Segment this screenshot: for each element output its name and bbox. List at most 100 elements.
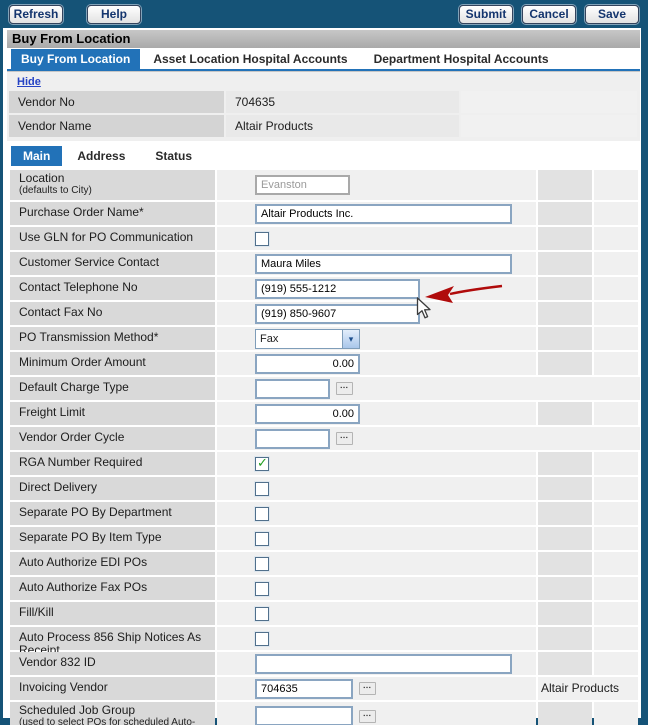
freight-limit-input[interactable] — [255, 404, 360, 424]
filler-light-cell — [594, 352, 638, 375]
form-row-separate-po-by-item-type: Separate PO By Item Type — [10, 527, 640, 550]
form-row-contact-telephone-no: Contact Telephone No — [10, 277, 640, 300]
filler-light-cell — [594, 702, 638, 725]
field-label-minimum-order-amount: Minimum Order Amount — [10, 352, 215, 375]
form-row-default-charge-type: Default Charge Type▪▪▪ — [10, 377, 640, 400]
field-label-text: Invoicing Vendor — [19, 680, 108, 694]
filler-light-cell — [594, 302, 638, 325]
fill-kill-checkbox[interactable] — [255, 607, 269, 621]
filler-gray-cell — [538, 552, 592, 575]
selected-option-text: Fax — [256, 333, 342, 345]
save-button[interactable]: Save — [585, 5, 639, 24]
filler-light-cell — [594, 452, 638, 475]
vendor-order-cycle-lookup-button[interactable]: ▪▪▪ — [336, 432, 353, 445]
direct-delivery-checkbox[interactable] — [255, 482, 269, 496]
customer-service-contact-input[interactable] — [255, 254, 512, 274]
filler-light-cell — [594, 552, 638, 575]
field-value-cell-contact-fax-no — [217, 302, 536, 325]
location-input[interactable] — [255, 175, 350, 195]
rga-number-required-checkbox[interactable]: ✓ — [255, 457, 269, 471]
po-transmission-method-select[interactable]: Fax▾ — [255, 329, 360, 349]
field-label-customer-service-contact: Customer Service Contact — [10, 252, 215, 275]
field-label-contact-telephone-no: Contact Telephone No — [10, 277, 215, 300]
form-row-fill-kill: Fill/Kill — [10, 602, 640, 625]
field-label-purchase-order-name: Purchase Order Name* — [10, 202, 215, 225]
filler-light-cell — [594, 202, 638, 225]
field-value-cell-purchase-order-name — [217, 202, 536, 225]
filler-gray-cell — [538, 702, 592, 725]
filler-gray-cell — [538, 477, 592, 500]
vendor-label: Vendor No — [9, 91, 224, 113]
filler-light-cell — [594, 577, 638, 600]
field-label-text: Auto Authorize Fax POs — [19, 580, 147, 594]
filler-light-cell — [594, 602, 638, 625]
auto-authorize-edi-pos-checkbox[interactable] — [255, 557, 269, 571]
invoicing-vendor-input[interactable] — [255, 679, 353, 699]
field-label-rga-number-required: RGA Number Required — [10, 452, 215, 475]
filler-gray-cell — [538, 602, 592, 625]
form-row-rga-number-required: RGA Number Required ✓ — [10, 452, 640, 475]
field-label-text: Direct Delivery — [19, 480, 97, 494]
separate-po-by-department-checkbox[interactable] — [255, 507, 269, 521]
use-gln-for-po-communication-checkbox[interactable] — [255, 232, 269, 246]
scheduled-job-group-lookup-button[interactable]: ▪▪▪ — [359, 710, 376, 723]
field-label-vendor-order-cycle: Vendor Order Cycle — [10, 427, 215, 450]
field-label-text: Contact Fax No — [19, 305, 102, 319]
auto-authorize-fax-pos-checkbox[interactable] — [255, 582, 269, 596]
vendor-filler-cell — [461, 115, 637, 137]
filler-gray-cell — [538, 502, 592, 525]
auto-process-856-ship-notices-as-receipt-checkbox[interactable] — [255, 632, 269, 646]
subtab-status[interactable]: Status — [140, 146, 207, 166]
contact-fax-no-input[interactable] — [255, 304, 420, 324]
invoicing-vendor-lookup-button[interactable]: ▪▪▪ — [359, 682, 376, 695]
minimum-order-amount-input[interactable] — [255, 354, 360, 374]
filler-light-cell — [594, 652, 638, 675]
scheduled-job-group-input[interactable] — [255, 706, 353, 725]
field-label-text: RGA Number Required — [19, 455, 142, 469]
vendor-row-vendor-name: Vendor NameAltair Products — [9, 115, 640, 137]
separate-po-by-item-type-checkbox[interactable] — [255, 532, 269, 546]
subtab-address[interactable]: Address — [62, 146, 140, 166]
filler-light-cell — [594, 527, 638, 550]
field-label-text: Separate PO By Department — [19, 505, 172, 519]
help-button[interactable]: Help — [87, 5, 141, 24]
filler-light-cell — [594, 227, 638, 250]
subtab-main[interactable]: Main — [11, 146, 62, 166]
ellipsis-lookup-icon: ▪▪▪ — [363, 685, 371, 691]
vendor-order-cycle-input[interactable] — [255, 429, 330, 449]
field-value-cell-default-charge-type: ▪▪▪ — [217, 377, 640, 400]
purchase-order-name-input[interactable] — [255, 204, 512, 224]
default-charge-type-input[interactable] — [255, 379, 330, 399]
ellipsis-lookup-icon: ▪▪▪ — [363, 713, 371, 719]
tab-department-hospital-accounts[interactable]: Department Hospital Accounts — [361, 49, 562, 69]
vendor-header-section: Hide Vendor No704635Vendor NameAltair Pr… — [7, 71, 640, 141]
field-label-text: Vendor 832 ID — [19, 655, 96, 669]
field-label-text: Minimum Order Amount — [19, 355, 146, 369]
tab-buy-from-location[interactable]: Buy From Location — [11, 49, 140, 69]
field-label-text: Vendor Order Cycle — [19, 430, 124, 444]
form-row-auto-process-856-ship-notices-as-receipt: Auto Process 856 Ship Notices As Receipt — [10, 627, 640, 650]
refresh-button[interactable]: Refresh — [9, 5, 63, 24]
contact-telephone-no-input[interactable] — [255, 279, 420, 299]
field-label-freight-limit: Freight Limit — [10, 402, 215, 425]
filler-gray-cell — [538, 252, 592, 275]
filler-gray-cell — [538, 277, 592, 300]
form-row-location: Location(defaults to City) — [10, 170, 640, 200]
vendor-value: Altair Products — [226, 115, 459, 137]
hide-link[interactable]: Hide — [17, 76, 41, 88]
filler-gray-cell — [538, 627, 592, 650]
form-row-direct-delivery: Direct Delivery — [10, 477, 640, 500]
form-row-use-gln-for-po-communication: Use GLN for PO Communication — [10, 227, 640, 250]
field-label-separate-po-by-department: Separate PO By Department — [10, 502, 215, 525]
vendor-832-id-input[interactable] — [255, 654, 512, 674]
field-label-text: Scheduled Job Group — [19, 703, 135, 717]
form-row-freight-limit: Freight Limit — [10, 402, 640, 425]
cancel-button[interactable]: Cancel — [522, 5, 576, 24]
ellipsis-lookup-icon: ▪▪▪ — [340, 435, 348, 441]
tab-asset-location-hospital-accounts[interactable]: Asset Location Hospital Accounts — [140, 49, 360, 69]
default-charge-type-lookup-button[interactable]: ▪▪▪ — [336, 382, 353, 395]
submit-button[interactable]: Submit — [459, 5, 513, 24]
dropdown-arrow-icon[interactable]: ▾ — [342, 330, 359, 348]
form-row-vendor-832-id: Vendor 832 ID — [10, 652, 640, 675]
page-title: Buy From Location — [7, 30, 640, 48]
